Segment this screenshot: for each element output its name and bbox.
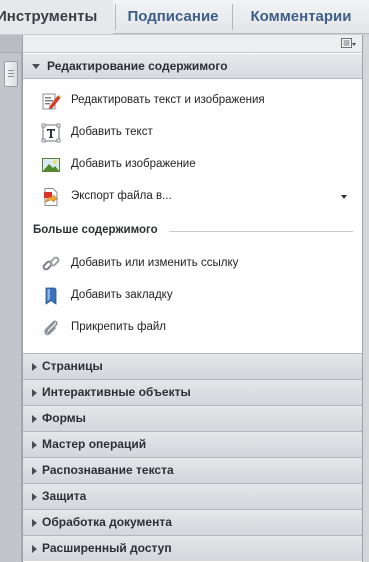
section-header-content-editing[interactable]: Редактирование содержимого: [23, 54, 362, 79]
section-title: Обработка документа: [42, 515, 172, 529]
dropdown-arrow-icon[interactable]: [341, 195, 347, 199]
chevron-right-icon: [32, 493, 37, 501]
chevron-right-icon: [32, 389, 37, 397]
tool-label: Добавить или изменить ссылку: [71, 257, 239, 269]
tool-add-text[interactable]: Добавить текст: [23, 118, 362, 148]
chevron-right-icon: [32, 545, 37, 553]
tab-tools[interactable]: Инструменты: [0, 0, 113, 34]
chevron-right-icon: [32, 467, 37, 475]
section-extended-access[interactable]: Расширенный доступ: [23, 535, 362, 561]
paperclip-icon: [44, 320, 58, 336]
section-action-wizard[interactable]: Мастер операций: [23, 431, 362, 457]
export-file-icon: [44, 188, 58, 206]
tool-export-file[interactable]: Экспорт файла в...: [23, 182, 362, 212]
tool-add-bookmark[interactable]: Добавить закладку: [23, 281, 362, 311]
panel-toolbar: [23, 35, 362, 53]
section-forms[interactable]: Формы: [23, 405, 362, 431]
tool-label: Добавить закладку: [71, 289, 173, 301]
scrollbar-thumb[interactable]: [4, 61, 18, 87]
section-title: Редактирование содержимого: [47, 59, 228, 73]
section-interactive-objects[interactable]: Интерактивные объекты: [23, 379, 362, 405]
chevron-down-icon: [32, 64, 40, 69]
tab-sign[interactable]: Подписание: [116, 0, 230, 34]
tab-comments[interactable]: Комментарии: [233, 0, 369, 34]
edit-text-images-icon: [42, 93, 61, 110]
section-pages[interactable]: Страницы: [23, 353, 362, 379]
tool-add-edit-link[interactable]: Добавить или изменить ссылку: [23, 249, 362, 279]
panel-options-icon[interactable]: [341, 38, 356, 50]
bookmark-icon: [45, 287, 57, 305]
section-title: Интерактивные объекты: [42, 385, 191, 399]
section-title: Защита: [42, 489, 87, 503]
chevron-right-icon: [32, 441, 37, 449]
section-document-processing[interactable]: Обработка документа: [23, 509, 362, 535]
more-content-subheading: Больше содержимого: [33, 224, 158, 236]
tool-attach-file[interactable]: Прикрепить файл: [23, 313, 362, 343]
section-text-recognition[interactable]: Распознавание текста: [23, 457, 362, 483]
tool-label: Экспорт файла в...: [71, 190, 172, 202]
add-text-icon: [41, 123, 61, 143]
tool-label: Добавить изображение: [71, 158, 196, 170]
tool-label: Добавить текст: [71, 126, 153, 138]
chevron-right-icon: [32, 363, 37, 371]
tool-edit-text-images[interactable]: Редактировать текст и изображения: [23, 86, 362, 116]
tool-label: Прикрепить файл: [71, 321, 167, 333]
right-edge: [363, 35, 369, 562]
strip-header: [0, 35, 22, 53]
tool-label: Редактировать текст и изображения: [71, 94, 265, 106]
add-image-icon: [42, 158, 60, 172]
tools-panel: Редактирование содержимого Редактировать…: [22, 35, 363, 562]
section-title: Страницы: [42, 359, 103, 373]
section-title: Формы: [42, 411, 86, 425]
divider: [169, 231, 353, 232]
left-scroll-strip: [0, 35, 22, 562]
section-protection[interactable]: Защита: [23, 483, 362, 509]
section-title: Расширенный доступ: [42, 541, 172, 555]
section-title: Распознавание текста: [42, 463, 174, 477]
chevron-right-icon: [32, 519, 37, 527]
chevron-right-icon: [32, 415, 37, 423]
link-icon: [42, 256, 60, 271]
tool-add-image[interactable]: Добавить изображение: [23, 150, 362, 180]
tool-tabs-bar: Инструменты Подписание Комментарии: [0, 0, 369, 34]
section-title: Мастер операций: [42, 437, 147, 451]
